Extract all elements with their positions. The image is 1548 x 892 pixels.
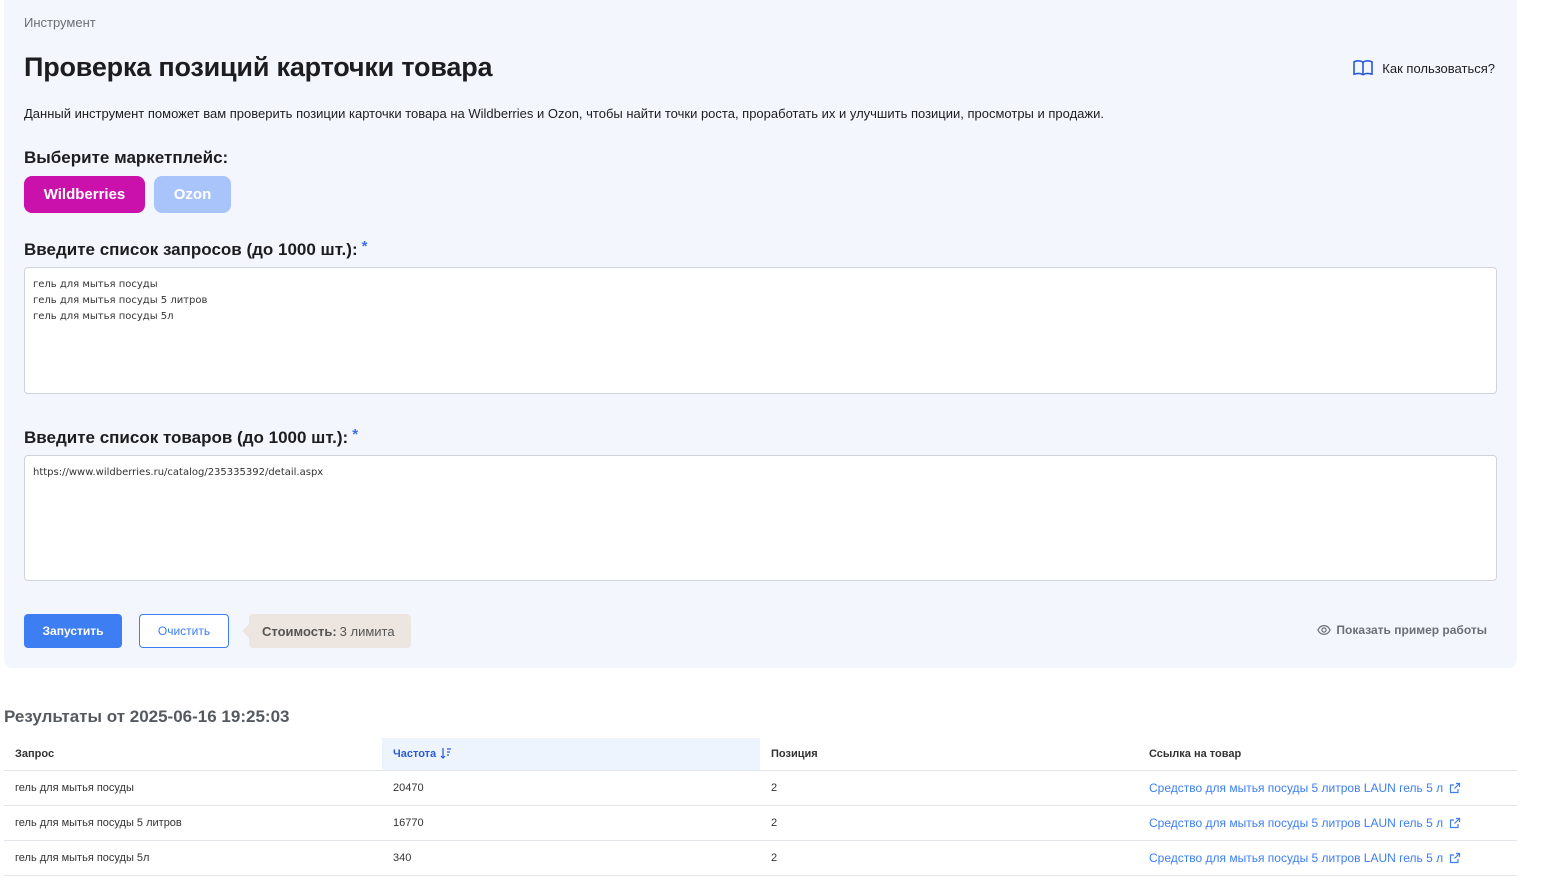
cell-frequency: 20470 [382, 770, 760, 806]
results-table: Запрос Частота Позиция Ссылка на товар г… [4, 738, 1517, 876]
products-label: Введите список товаров (до 1000 шт.): * [24, 426, 359, 448]
cost-value: 3 лимита [339, 623, 395, 639]
cell-position: 2 [760, 770, 1138, 806]
cell-link: Средство для мытья посуды 5 литров LAUN … [1138, 805, 1517, 841]
book-icon [1353, 59, 1374, 76]
queries-label-text: Введите список запросов (до 1000 шт.): [24, 240, 358, 259]
eye-icon [1317, 625, 1332, 635]
product-link-label: Средство для мытья посуды 5 литров LAUN … [1149, 780, 1444, 795]
required-mark: * [352, 426, 359, 443]
table-row: гель для мытья посуды 5 литров 16770 2 С… [4, 805, 1517, 841]
help-link[interactable]: Как пользоваться? [1352, 59, 1495, 77]
product-link-label: Средство для мытья посуды 5 литров LAUN … [1149, 815, 1444, 830]
cell-frequency: 340 [382, 840, 760, 876]
marketplace-wildberries-button[interactable]: Wildberries [24, 176, 145, 213]
product-link[interactable]: Средство для мытья посуды 5 литров LAUN … [1149, 851, 1461, 865]
products-textarea[interactable]: https://www.wildberries.ru/catalog/23533… [24, 455, 1497, 581]
cell-link: Средство для мытья посуды 5 литров LAUN … [1138, 770, 1517, 806]
cell-position: 2 [760, 840, 1138, 876]
table-row: гель для мытья посуды 20470 2 Средство д… [4, 770, 1517, 806]
products-label-text: Введите список товаров (до 1000 шт.): [24, 428, 349, 447]
cell-query: гель для мытья посуды 5л [4, 840, 382, 876]
queries-label: Введите список запросов (до 1000 шт.): * [24, 238, 368, 260]
show-example-label: Показать пример работы [1336, 623, 1487, 637]
column-header-position[interactable]: Позиция [760, 738, 1138, 771]
product-link[interactable]: Средство для мытья посуды 5 литров LAUN … [1149, 816, 1461, 830]
tool-card: Инструмент Проверка позиций карточки тов… [4, 0, 1517, 668]
cell-position: 2 [760, 805, 1138, 841]
product-link[interactable]: Средство для мытья посуды 5 литров LAUN … [1149, 781, 1461, 795]
required-mark: * [361, 238, 368, 255]
column-header-frequency-label: Частота [393, 748, 437, 761]
run-button[interactable]: Запустить [24, 614, 122, 648]
queries-textarea[interactable]: гель для мытья посуды гель для мытья пос… [24, 267, 1497, 394]
tool-description: Данный инструмент поможет вам проверить … [24, 106, 1104, 121]
external-link-icon [1450, 852, 1461, 863]
column-header-query[interactable]: Запрос [4, 738, 382, 771]
cost-label: Стоимость: [262, 623, 337, 639]
results-title: Результаты от 2025-06-16 19:25:03 [4, 707, 290, 726]
table-row: гель для мытья посуды 5л 340 2 Средство … [4, 840, 1517, 876]
sort-desc-icon [440, 748, 452, 760]
page-title: Проверка позиций карточки товара [24, 52, 493, 82]
clear-button[interactable]: Очистить [139, 614, 229, 648]
external-link-icon [1450, 817, 1461, 828]
cell-query: гель для мытья посуды 5 литров [4, 805, 382, 841]
table-header-row: Запрос Частота Позиция Ссылка на товар [4, 738, 1517, 771]
column-header-frequency[interactable]: Частота [382, 738, 760, 771]
marketplace-ozon-button[interactable]: Ozon [154, 176, 231, 213]
cost-badge: Стоимость: 3 лимита [242, 614, 411, 648]
column-header-link[interactable]: Ссылка на товар [1138, 738, 1517, 771]
cell-frequency: 16770 [382, 805, 760, 841]
cell-query: гель для мытья посуды [4, 770, 382, 806]
show-example-link[interactable]: Показать пример работы [1317, 623, 1487, 637]
cell-link: Средство для мытья посуды 5 литров LAUN … [1138, 840, 1517, 876]
marketplace-label: Выберите маркетплейс: [24, 148, 229, 167]
help-link-label: Как пользоваться? [1382, 60, 1495, 76]
external-link-icon [1450, 782, 1461, 793]
breadcrumb[interactable]: Инструмент [24, 15, 96, 30]
product-link-label: Средство для мытья посуды 5 литров LAUN … [1149, 850, 1444, 865]
